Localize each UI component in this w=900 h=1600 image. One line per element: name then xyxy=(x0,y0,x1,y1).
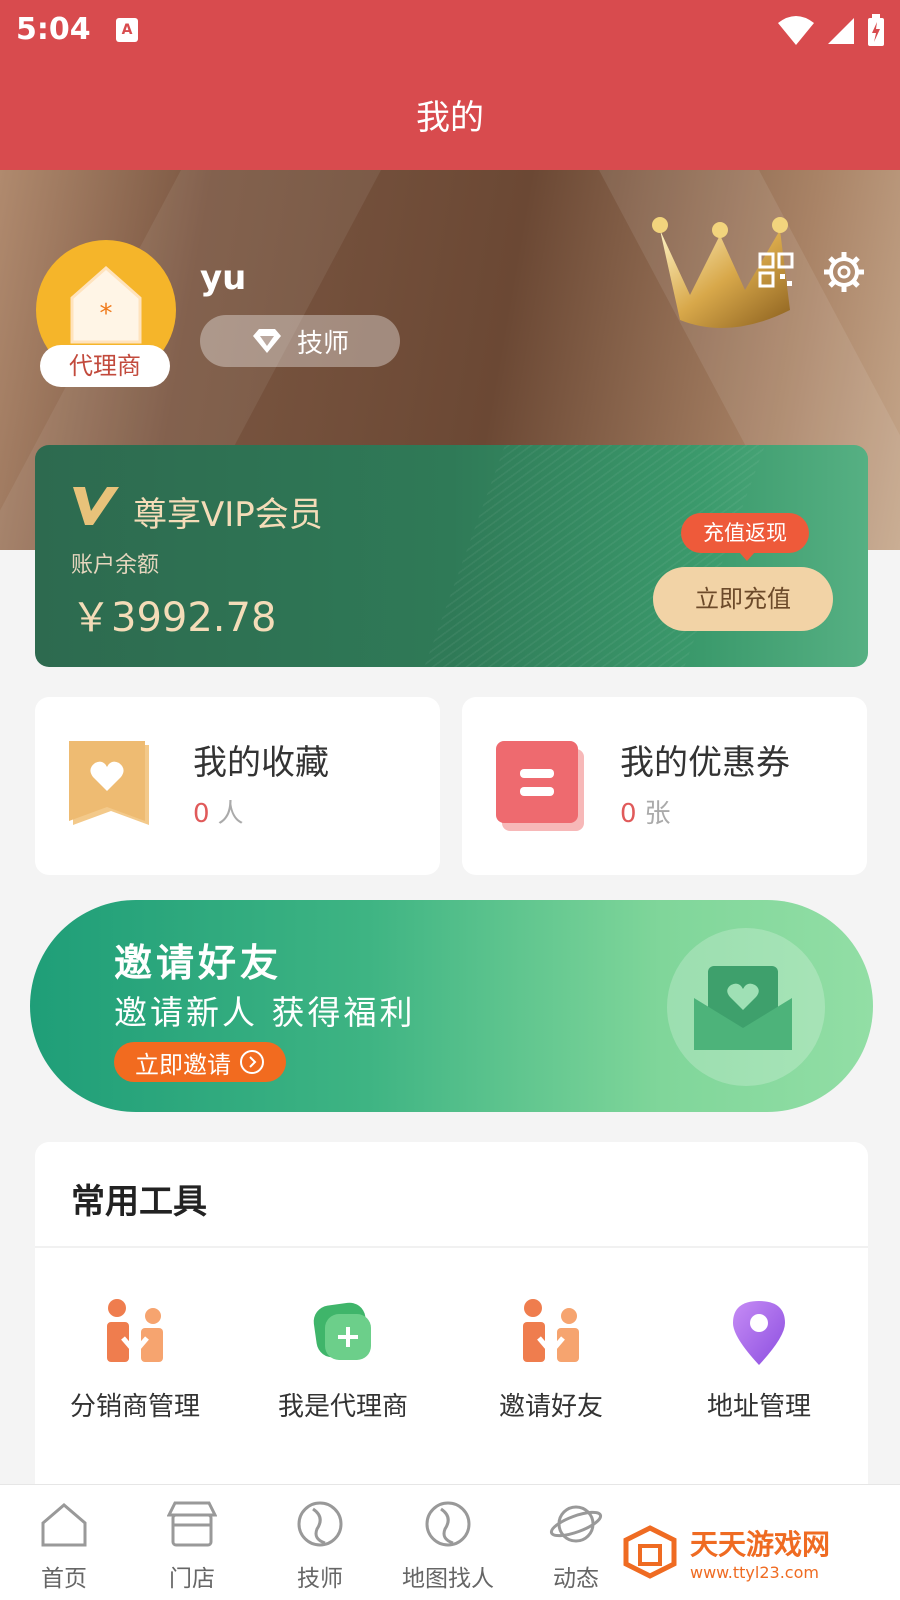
svg-text:*: * xyxy=(100,299,113,329)
house-icon: * xyxy=(70,265,142,344)
favorites-card[interactable]: 我的收藏 0人 xyxy=(35,697,440,875)
tool-invite-friends[interactable]: 邀请好友 xyxy=(451,1292,651,1423)
invite-banner[interactable]: 邀请好友 邀请新人 获得福利 立即邀请 xyxy=(30,900,873,1112)
envelope-heart-icon xyxy=(694,966,792,1050)
watermark-name: 天天游戏网 xyxy=(690,1527,831,1561)
username: yu xyxy=(200,258,247,298)
tool-label: 邀请好友 xyxy=(498,1392,603,1422)
wifi-icon xyxy=(778,16,814,45)
favorites-heart-icon xyxy=(69,741,149,825)
coupons-label: 我的优惠券 xyxy=(620,743,790,783)
balance-value: ￥3992.78 xyxy=(71,595,277,641)
agent-tag: 代理商 xyxy=(40,345,170,387)
diamond-icon xyxy=(252,329,281,353)
coupons-count: 0张 xyxy=(620,799,671,829)
page-header: 我的 xyxy=(0,62,900,170)
page-title: 我的 xyxy=(416,98,484,138)
coupon-icon xyxy=(496,741,584,831)
home-icon xyxy=(41,1503,87,1547)
coupons-card[interactable]: 我的优惠券 0张 xyxy=(462,697,867,875)
battery-icon xyxy=(868,14,884,46)
recharge-cashback-tag: 充值返现 xyxy=(681,513,809,561)
tab-technician[interactable]: 技师 xyxy=(256,1495,384,1593)
watermark-logo-icon xyxy=(623,1525,677,1579)
vip-title: 尊享VIP会员 xyxy=(133,495,323,535)
people-icon xyxy=(107,1299,163,1362)
planet-icon xyxy=(549,1505,603,1543)
role-badge: 技师 xyxy=(200,315,400,367)
invite-subtitle: 邀请新人 获得福利 xyxy=(114,993,416,1032)
settings-gear-icon[interactable] xyxy=(822,250,866,294)
role-label: 技师 xyxy=(296,328,349,359)
invite-now-button[interactable]: 立即邀请 xyxy=(114,1042,286,1082)
tab-store[interactable]: 门店 xyxy=(128,1495,256,1593)
favorites-count: 0人 xyxy=(193,799,244,829)
people-icon xyxy=(523,1299,579,1362)
common-tools-title: 常用工具 xyxy=(71,1182,207,1222)
tab-home[interactable]: 首页 xyxy=(0,1495,128,1593)
qr-code-icon[interactable] xyxy=(758,252,794,288)
store-icon xyxy=(167,1501,217,1547)
favorites-label: 我的收藏 xyxy=(193,743,329,783)
system-icons xyxy=(776,14,886,48)
crown-icon xyxy=(652,217,790,328)
tool-address-management[interactable]: 地址管理 xyxy=(659,1292,859,1423)
balance-label: 账户余额 xyxy=(71,553,160,578)
invite-title: 邀请好友 xyxy=(114,941,283,985)
map-person-icon xyxy=(425,1501,471,1547)
tool-label: 地址管理 xyxy=(706,1392,811,1422)
site-watermark: 天天游戏网 www.ttyl23.com xyxy=(608,1504,900,1600)
location-pin-icon xyxy=(733,1301,785,1365)
watermark-url: www.ttyl23.com xyxy=(690,1562,819,1582)
agent-plus-icon xyxy=(313,1302,371,1360)
common-tools-card: 常用工具 分销商管理 我是代理商 邀请好友 地址管理 xyxy=(35,1142,868,1522)
arrow-right-circle-icon xyxy=(240,1050,264,1074)
tool-distributor-management[interactable]: 分销商管理 xyxy=(35,1292,235,1423)
tool-label: 分销商管理 xyxy=(69,1392,200,1422)
signal-icon xyxy=(828,18,854,44)
recharge-button[interactable]: 立即充值 xyxy=(653,567,833,631)
status-time: 5:04 xyxy=(16,12,91,47)
technician-icon xyxy=(297,1501,343,1547)
status-bar: 5:04 A xyxy=(0,0,900,62)
app-notification-icon: A xyxy=(116,18,138,42)
tab-map-find-people[interactable]: 地图找人 xyxy=(384,1495,512,1593)
vip-logo-icon xyxy=(73,487,119,525)
vip-card: 尊享VIP会员 账户余额 ￥3992.78 充值返现 立即充值 xyxy=(35,445,868,667)
tool-i-am-agent[interactable]: 我是代理商 xyxy=(243,1292,443,1423)
tool-label: 我是代理商 xyxy=(277,1392,408,1422)
